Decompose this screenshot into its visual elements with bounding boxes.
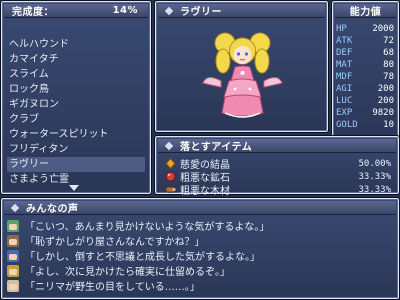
stat-name: LUC: [336, 96, 353, 106]
drops-titlebar: 落とすアイテム: [158, 139, 396, 153]
stat-name: AGI: [336, 84, 353, 94]
stats-list: HP 2000 ATK 72 DEF 68 MAT 80 MDF 78 AGI 200 LUC 200 EX…: [336, 23, 394, 131]
enemy-list-item[interactable]: クラブ: [7, 112, 145, 127]
drop-item-name: 粗悪な木材: [180, 186, 230, 197]
stat-row: LUC 200: [336, 95, 394, 107]
enemy-name: ラヴリー: [180, 7, 222, 18]
drops-window: 落とすアイテム 慈愛の結晶 50.00% 粗悪な鉱石 33.33% 粗悪な木材 33.33…: [154, 135, 400, 197]
stat-value: 200: [377, 84, 394, 94]
stat-value: 10: [383, 120, 394, 130]
stat-row: MDF 78: [336, 71, 394, 83]
stat-value: 200: [377, 96, 394, 106]
stat-row: EXP 9820: [336, 107, 394, 119]
diamond-icon: [10, 203, 20, 212]
voice-text: 「しかし、倒すと不思議と成長した気がするよな。」: [25, 252, 260, 263]
stat-value: 9820: [372, 108, 394, 118]
stat-name: MDF: [336, 72, 353, 82]
drop-item: 粗悪な木材 33.33%: [165, 183, 391, 197]
character-face-icon: [7, 249, 19, 262]
stat-name: GOLD: [336, 120, 358, 130]
voices-list: 「こいつ、あんまり見かけないような気がするよな。」 「恥ずかしがり屋さんなんですか…: [7, 218, 393, 293]
stat-value: 80: [383, 60, 394, 70]
enemy-list-item[interactable]: ギガヌロン: [7, 97, 145, 112]
stat-name: EXP: [336, 108, 353, 118]
character-face-icon: [7, 279, 19, 292]
character-face-icon: [7, 234, 19, 247]
character-face-icon: [7, 264, 19, 277]
stats-title: 能力値: [349, 7, 382, 18]
completion-bar: 完成度： 14%: [4, 4, 148, 18]
diamond-icon: [164, 141, 174, 150]
voice-text: 「よし、次に見かけたら確実に仕留めるぞ。」: [25, 267, 230, 278]
stats-titlebar: 能力値: [335, 4, 396, 18]
enemy-list-item[interactable]: ヘルハウンド: [7, 37, 145, 52]
enemy-list-item[interactable]: スライム: [7, 67, 145, 82]
stat-value: 72: [383, 36, 394, 46]
voice-text: 「恥ずかしがり屋さんなんですかね？」: [25, 237, 205, 248]
stat-row: AGI 200: [336, 83, 394, 95]
drops-title: 落とすアイテム: [180, 142, 253, 153]
stat-name: MAT: [336, 60, 353, 70]
voice-text: 「ニリマが野生の目をしている……。」: [25, 282, 200, 293]
enemy-portrait: [159, 21, 324, 128]
drop-item-rate: 33.33%: [358, 171, 391, 182]
enemy-list-item[interactable]: ラヴリー: [7, 157, 145, 172]
portrait-window: ラヴリー: [154, 0, 329, 133]
drops-list: 慈愛の結晶 50.00% 粗悪な鉱石 33.33% 粗悪な木材 33.33%: [165, 157, 391, 197]
stat-value: 2000: [372, 24, 394, 34]
orange-crystal-icon: [165, 158, 176, 169]
drop-item-rate: 33.33%: [358, 184, 391, 195]
voices-window: みんなの声 「こいつ、あんまり見かけないような気がするよな。」 「恥ずかしがり屋さ…: [0, 197, 400, 300]
stat-name: DEF: [336, 48, 353, 58]
completion-value: 14%: [112, 5, 138, 16]
voice-line: 「しかし、倒すと不思議と成長した気がするよな。」: [7, 248, 393, 263]
enemy-list: ヘルハウンド カマイタチ スライム ロック鳥 ギガヌロン クラブ ウォータースピリット フリデ…: [7, 37, 145, 187]
stat-value: 68: [383, 48, 394, 58]
diamond-icon: [164, 6, 174, 15]
stat-row: GOLD 10: [336, 119, 394, 131]
stat-row: ATK 72: [336, 35, 394, 47]
voice-text: 「こいつ、あんまり見かけないような気がするよな。」: [25, 222, 270, 233]
enemy-list-item[interactable]: ロック鳥: [7, 82, 145, 97]
stat-row: DEF 68: [336, 47, 394, 59]
stats-window: 能力値 HP 2000 ATK 72 DEF 68 MAT 80 MDF 78 AGI 200 LUC 2…: [331, 0, 400, 145]
stat-name: ATK: [336, 36, 353, 46]
drop-item-rate: 50.00%: [358, 158, 391, 169]
wood-log-icon: [165, 186, 176, 193]
enemy-list-item[interactable]: カマイタチ: [7, 52, 145, 67]
completion-label: 完成度：: [12, 7, 54, 18]
enemy-list-window: 完成度： 14% ヘルハウンド カマイタチ スライム ロック鳥 ギガヌロン クラブ ウォータ…: [0, 0, 152, 195]
enemy-list-item[interactable]: フリディタン: [7, 142, 145, 157]
voices-titlebar: みんなの声: [4, 201, 396, 215]
character-face-icon: [7, 219, 19, 232]
stat-value: 78: [383, 72, 394, 82]
enemy-list-item[interactable]: ウォータースピリット: [7, 127, 145, 142]
voice-line: 「こいつ、あんまり見かけないような気がするよな。」: [7, 218, 393, 233]
voices-title: みんなの声: [26, 204, 79, 215]
scroll-down-arrow-icon[interactable]: [69, 185, 79, 191]
portrait-titlebar: ラヴリー: [158, 4, 325, 18]
stat-row: HP 2000: [336, 23, 394, 35]
stat-name: HP: [336, 24, 347, 34]
voice-line: 「ニリマが野生の目をしている……。」: [7, 278, 393, 293]
voice-line: 「恥ずかしがり屋さんなんですかね？」: [7, 233, 393, 248]
voice-line: 「よし、次に見かけたら確実に仕留めるぞ。」: [7, 263, 393, 278]
lovely-monster-sprite-icon: [202, 32, 283, 118]
red-ore-icon: [165, 171, 176, 182]
stat-row: MAT 80: [336, 59, 394, 71]
